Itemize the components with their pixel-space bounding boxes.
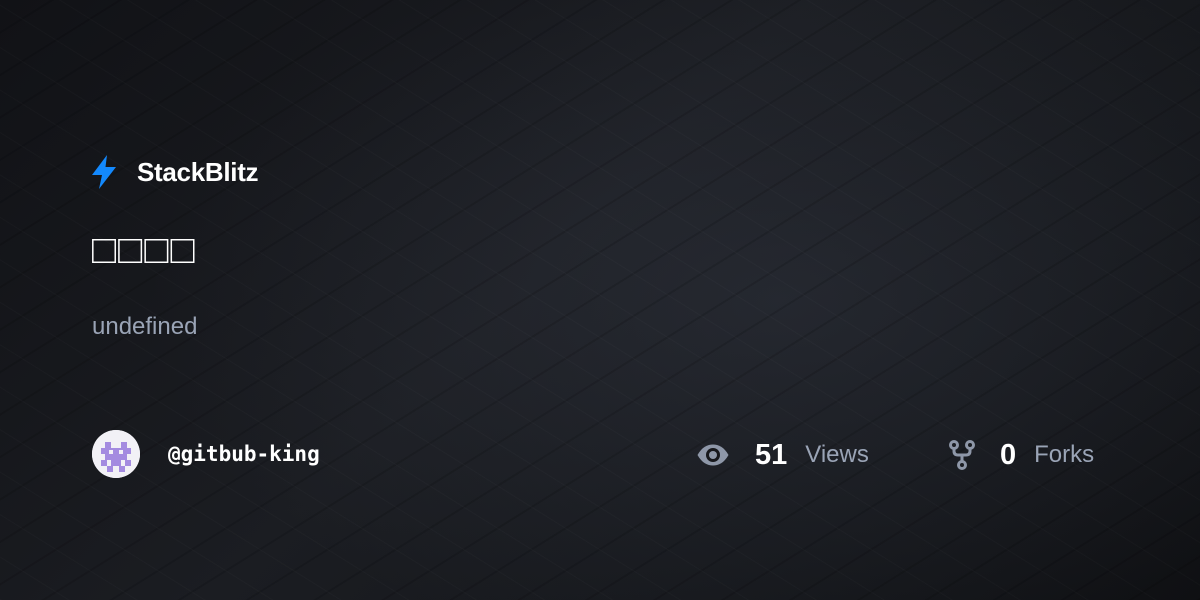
forks-count: 0	[1000, 438, 1017, 471]
project-title: □□□□	[92, 228, 197, 272]
eye-icon	[697, 444, 729, 466]
views-stat: 51 Views	[696, 436, 869, 474]
forks-label: Forks	[1034, 441, 1095, 468]
author-username[interactable]: @gitbub-king	[168, 442, 320, 466]
author-info: @gitbub-king	[92, 430, 320, 478]
views-count: 51	[755, 438, 788, 471]
project-description: undefined	[92, 313, 198, 340]
views-label: Views	[805, 441, 869, 468]
pixel-avatar-icon	[92, 430, 140, 478]
lightning-bolt-icon	[92, 155, 116, 189]
brand-name: StackBlitz	[137, 156, 259, 187]
brand-logo: StackBlitz	[90, 152, 259, 192]
forks-stat: 0 Forks	[948, 436, 1094, 474]
fork-icon	[949, 440, 975, 470]
background-pattern	[0, 0, 1200, 600]
